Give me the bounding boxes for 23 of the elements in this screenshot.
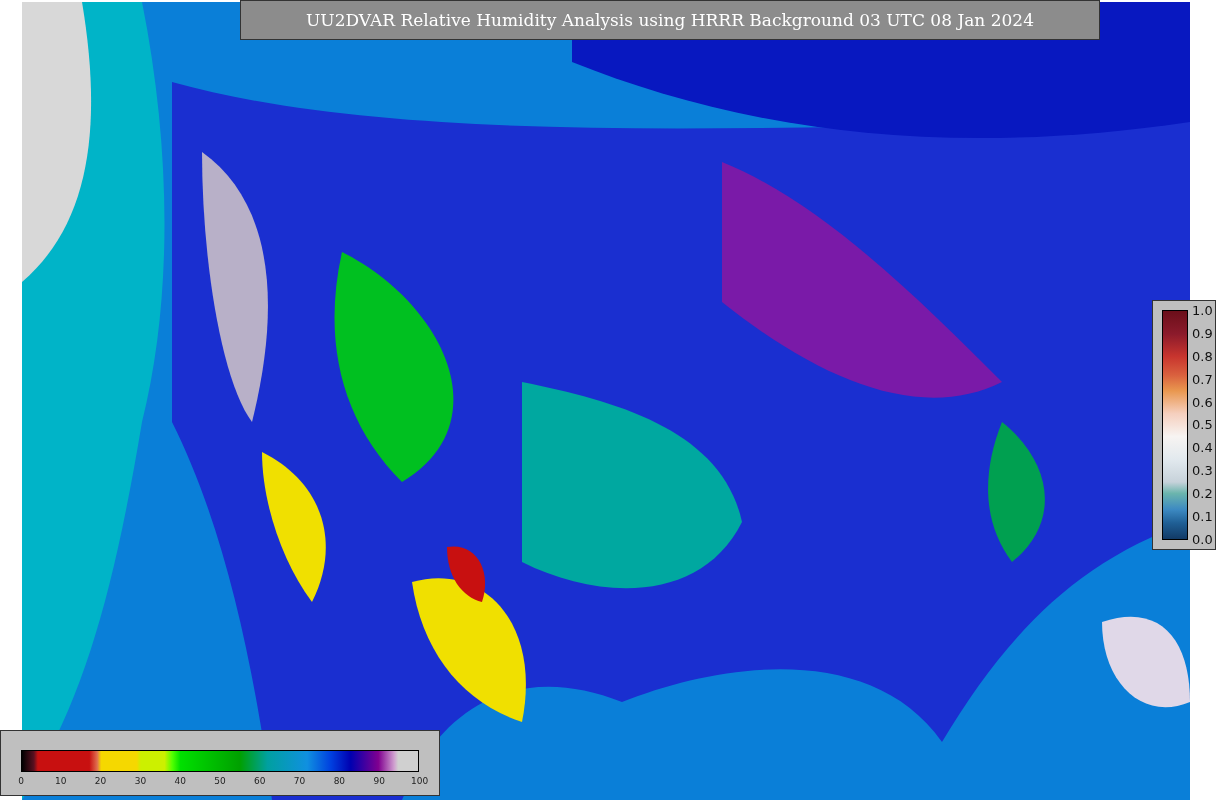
scale-tick-label: 60 (253, 776, 267, 786)
scale-tick-label: 0.0 (1192, 532, 1213, 546)
scale-tick-label: 80 (332, 776, 347, 786)
scale-tick-label: 10 (54, 776, 68, 786)
scale-tick-label: 0.1 (1192, 510, 1213, 523)
scale-tick-label: 90 (372, 776, 386, 786)
scale-tick-label: 0.7 (1192, 372, 1213, 386)
scale-tick-label: 20 (93, 776, 108, 786)
scale-tick-label: 0.5 (1192, 418, 1213, 432)
scale-tick-label: 0.9 (1192, 326, 1213, 340)
scale-tick-label: 0.4 (1192, 441, 1213, 455)
scale-tick-label: 0.2 (1192, 487, 1213, 501)
map-title: UU2DVAR Relative Humidity Analysis using HRRR Background 03 UTC 08 Jan 2024 (240, 0, 1100, 40)
scale-tick-label: 0 (17, 776, 25, 786)
scale-tick-label: 50 (213, 776, 227, 786)
scale-tick-label: 70 (292, 776, 307, 786)
scale-tick-label: 0.6 (1192, 395, 1213, 409)
scale-tick-label: 0.8 (1192, 349, 1213, 363)
scale-tick-label: 30 (133, 776, 148, 786)
scale-tick-label: 0.3 (1192, 464, 1213, 478)
scale-tick-label: 1.0 (1192, 304, 1213, 317)
scale-tick-label: 100 (410, 776, 427, 786)
scale-tick-label: 40 (173, 776, 187, 786)
